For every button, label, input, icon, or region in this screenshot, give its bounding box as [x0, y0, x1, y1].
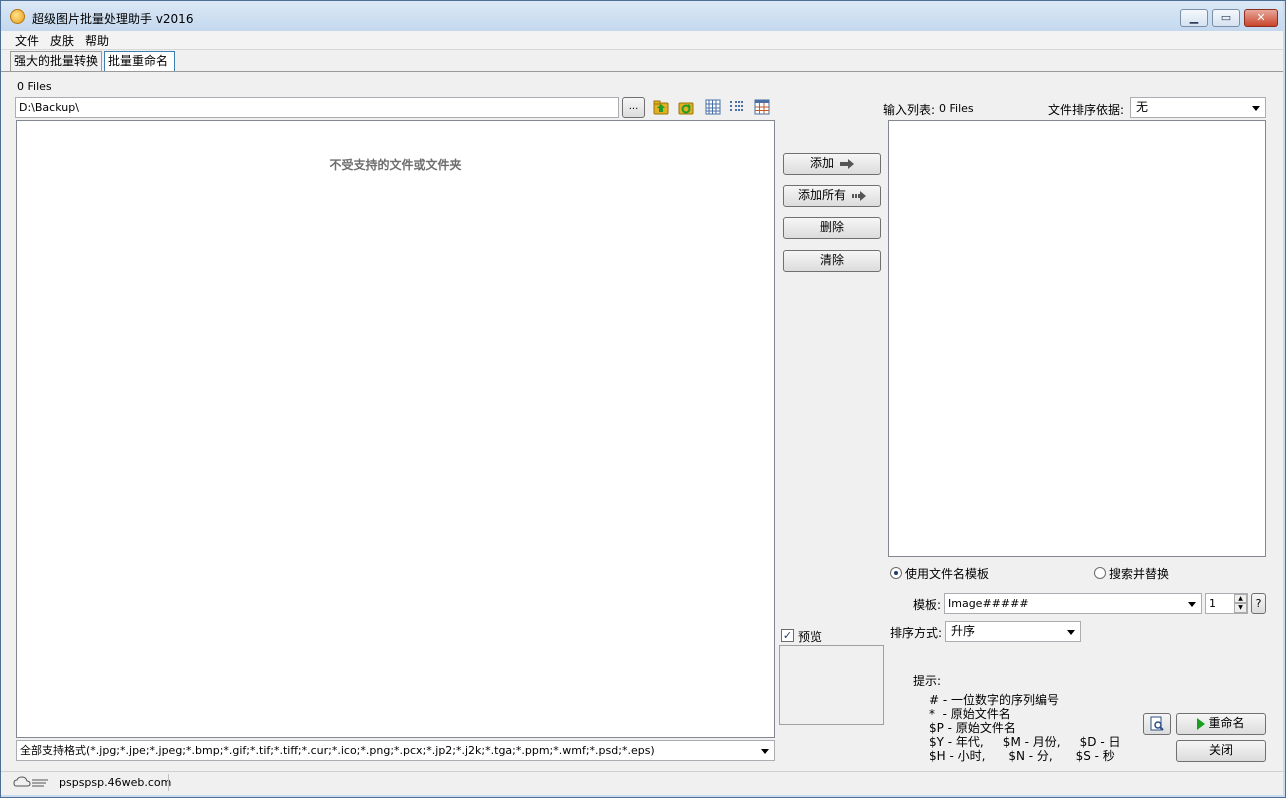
menu-bar [1, 31, 1283, 49]
status-bar [1, 771, 1283, 795]
arrow-right-icon [840, 158, 854, 169]
add-button[interactable]: 添加 [783, 153, 881, 175]
menu-help[interactable]: 帮助 [85, 32, 109, 49]
chevron-down-icon [761, 748, 769, 754]
close-window-button[interactable]: ✕ [1244, 9, 1278, 27]
preview-rename-button[interactable] [1143, 713, 1171, 735]
minimize-button[interactable]: ▁ [1180, 9, 1208, 27]
stepper-down-icon[interactable]: ▼ [1234, 603, 1247, 613]
maximize-icon: ▭ [1220, 11, 1232, 24]
template-value: Image##### [948, 597, 1029, 610]
template-mode-label: 使用文件名模板 [905, 567, 990, 581]
template-input[interactable]: Image##### [944, 593, 1202, 614]
status-site: pspspsp.46web.com [59, 776, 172, 789]
chevron-down-icon [1188, 601, 1196, 607]
preview-box [779, 645, 884, 725]
preview-checkbox[interactable]: ✓ [781, 629, 794, 642]
add-all-button[interactable]: 添加所有 [783, 185, 881, 207]
view-thumbnails-icon[interactable] [754, 99, 770, 115]
tab-batch-convert[interactable]: 强大的批量转换 [10, 51, 102, 71]
help-button[interactable]: ? [1251, 593, 1266, 614]
add-all-label: 添加所有 [797, 188, 846, 202]
folder-up-icon[interactable] [653, 99, 669, 115]
template-label: 模板: [913, 598, 942, 612]
file-browser-list[interactable] [16, 120, 775, 738]
play-icon [1197, 717, 1206, 730]
delete-button[interactable]: 删除 [783, 217, 881, 239]
clear-button[interactable]: 清除 [783, 250, 881, 272]
status-divider [168, 774, 169, 791]
sort-by-select[interactable]: 无 [1130, 97, 1266, 118]
path-input[interactable]: D:\Backup\ [15, 97, 619, 118]
replace-mode-label: 搜索并替换 [1109, 567, 1170, 581]
chevron-down-icon [1067, 629, 1075, 635]
app-logo-icon [10, 9, 25, 24]
magnifier-doc-icon [1150, 716, 1164, 731]
template-mode-radio[interactable] [890, 567, 902, 579]
rename-button[interactable]: 重命名 [1176, 713, 1266, 735]
replace-mode-radio[interactable] [1094, 567, 1106, 579]
close-icon: ✕ [1256, 11, 1266, 24]
empty-message: 不受支持的文件或文件夹 [329, 158, 462, 172]
preview-label: 预览 [798, 630, 823, 644]
chevron-down-icon [1252, 105, 1260, 111]
close-button[interactable]: 关闭 [1176, 740, 1266, 762]
hint-title: 提示: [913, 674, 942, 688]
menu-skin[interactable]: 皮肤 [50, 32, 74, 49]
minimize-icon: ▁ [1189, 11, 1199, 24]
sort-by-label: 文件排序依据: [1048, 103, 1125, 117]
start-number-value: 1 [1209, 597, 1216, 610]
hint-line: $H - 小时, $N - 分, $S - 秒 [929, 749, 1115, 763]
double-arrow-right-icon [852, 190, 866, 201]
sort-by-value: 无 [1136, 100, 1149, 114]
order-value: 升序 [951, 624, 976, 638]
add-label: 添加 [809, 156, 834, 170]
format-filter-value: 全部支持格式(*.jpg;*.jpe;*.jpeg;*.bmp;*.gif;*.… [20, 744, 655, 757]
input-list-count: 0 Files [939, 102, 974, 115]
input-list-label: 输入列表: [883, 103, 936, 117]
format-filter-select[interactable]: 全部支持格式(*.jpg;*.jpe;*.jpeg;*.bmp;*.gif;*.… [16, 740, 775, 761]
window-title: 超级图片批量处理助手 v2016 [32, 12, 194, 26]
stepper-up-icon[interactable]: ▲ [1234, 594, 1247, 603]
cloud-logo-icon [13, 776, 48, 787]
tab-divider [1, 71, 1283, 72]
menu-file[interactable]: 文件 [15, 32, 39, 49]
left-file-count: 0 Files [17, 80, 52, 93]
tab-batch-rename[interactable]: 批量重命名 [104, 51, 175, 72]
input-file-list[interactable] [888, 120, 1266, 557]
view-list-icon[interactable] [729, 99, 745, 115]
order-select[interactable]: 升序 [945, 621, 1081, 642]
order-label: 排序方式: [890, 626, 943, 640]
maximize-button[interactable]: ▭ [1212, 9, 1240, 27]
view-columns-icon[interactable] [705, 99, 721, 115]
refresh-folder-icon[interactable] [678, 99, 694, 115]
rename-label: 重命名 [1208, 716, 1245, 730]
browse-button[interactable]: ... [622, 97, 645, 118]
